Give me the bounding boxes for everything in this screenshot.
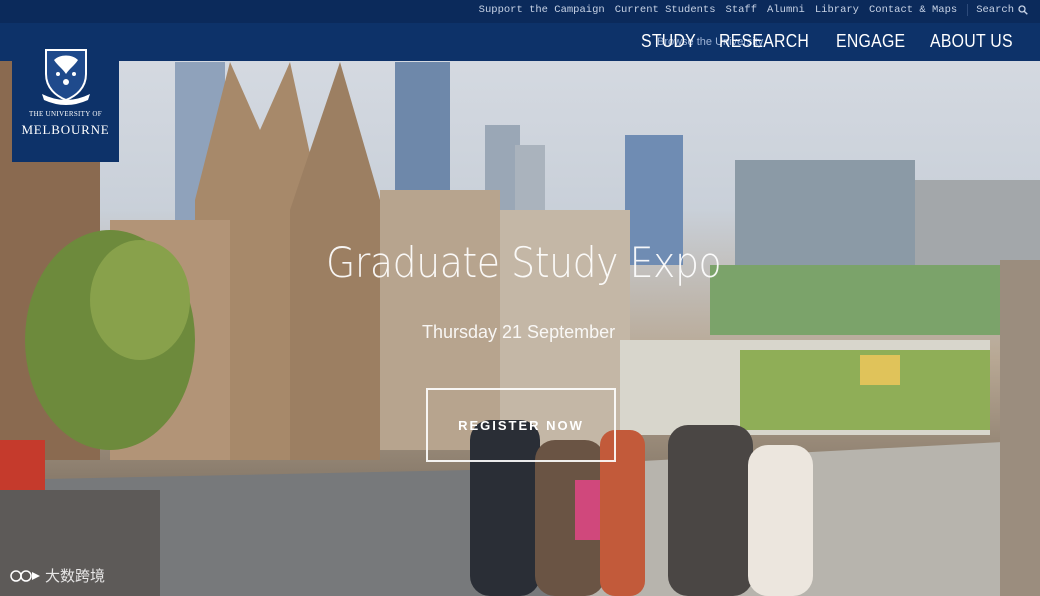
link-current-students[interactable]: Current Students	[615, 4, 716, 16]
link-alumni[interactable]: Alumni	[767, 4, 805, 16]
link-contact-maps[interactable]: Contact & Maps	[869, 4, 957, 16]
search-label: Search	[976, 4, 1014, 16]
search-icon	[1018, 5, 1028, 15]
city-scene	[0, 60, 1040, 596]
link-support-campaign[interactable]: Support the Campaign	[479, 4, 605, 16]
university-logo[interactable]: THE UNIVERSITY OF MELBOURNE	[12, 38, 119, 162]
search-button[interactable]: Search	[967, 4, 1028, 16]
crest-icon	[42, 49, 90, 105]
link-library[interactable]: Library	[815, 4, 859, 16]
main-nav: Browse the University STUDY RESEARCH ENG…	[0, 23, 1040, 61]
watermark-logo-icon	[10, 569, 40, 582]
logo-line2: MELBOURNE	[21, 122, 110, 137]
watermark-text: 大数跨境	[45, 568, 106, 585]
hero-date: Thursday 21 September	[422, 322, 616, 342]
logo-line1: THE UNIVERSITY OF	[29, 110, 102, 118]
register-now-button[interactable]: REGISTER NOW	[426, 388, 616, 462]
hero-title: Graduate Study Expo	[326, 238, 722, 287]
nav-items: STUDY RESEARCH ENGAGE ABOUT US	[641, 31, 1024, 52]
nav-item-engage[interactable]: ENGAGE	[836, 31, 905, 52]
utility-links: Support the Campaign Current Students St…	[479, 4, 1028, 16]
hero-image	[0, 0, 1040, 596]
utility-bar: Support the Campaign Current Students St…	[0, 0, 1040, 23]
nav-item-research[interactable]: RESEARCH	[719, 31, 809, 52]
link-staff[interactable]: Staff	[726, 4, 758, 16]
nav-item-study[interactable]: STUDY	[641, 31, 696, 52]
watermark: 大数跨境	[8, 565, 105, 586]
nav-item-about-us[interactable]: ABOUT US	[930, 31, 1013, 52]
